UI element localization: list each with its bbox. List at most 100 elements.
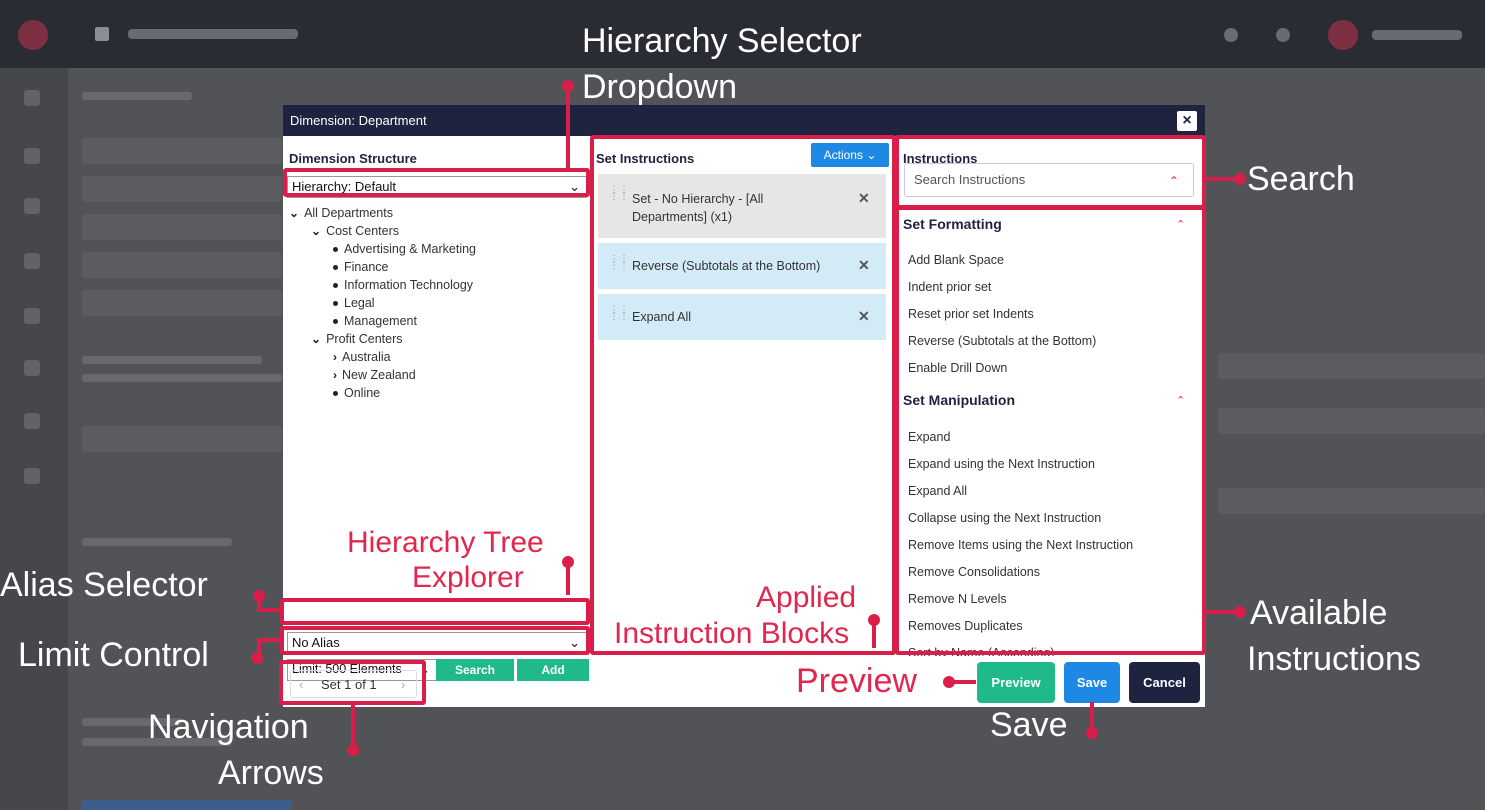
annotation-navigation-line1: Navigation bbox=[148, 708, 309, 746]
tree-leaf[interactable]: Management bbox=[333, 312, 417, 330]
sidebar-icon bbox=[24, 198, 40, 214]
annotation-search: Search bbox=[1247, 160, 1355, 198]
annotation-hierarchy-dropdown-line1: Hierarchy Selector bbox=[582, 22, 862, 60]
highlight-search bbox=[895, 135, 1206, 209]
connector-dot bbox=[347, 744, 359, 756]
connector-line bbox=[1090, 702, 1094, 730]
tree-leaf[interactable]: Advertising & Marketing bbox=[333, 240, 476, 258]
sidebar-icon bbox=[24, 468, 40, 484]
tree-leaf[interactable]: Information Technology bbox=[333, 276, 473, 294]
bullet-icon bbox=[333, 301, 338, 307]
tree-leaf[interactable]: Online bbox=[333, 384, 380, 402]
bullet-icon bbox=[333, 283, 338, 289]
modal-title: Dimension: Department bbox=[290, 113, 427, 128]
bg-row bbox=[82, 426, 282, 452]
sidebar-icon bbox=[24, 360, 40, 376]
connector-dot bbox=[562, 556, 574, 568]
connector-dot bbox=[253, 590, 265, 602]
tree-label: Legal bbox=[344, 296, 375, 310]
avatar bbox=[1328, 20, 1358, 50]
connector-dot bbox=[1234, 606, 1246, 618]
tree-label: Australia bbox=[342, 350, 391, 364]
connector-dot bbox=[562, 80, 574, 92]
cancel-button[interactable]: Cancel bbox=[1129, 662, 1200, 703]
app-logo bbox=[18, 20, 48, 50]
connector-line bbox=[259, 638, 281, 642]
bullet-icon bbox=[333, 247, 338, 253]
annotation-limit-control: Limit Control bbox=[18, 636, 209, 674]
annotation-save: Save bbox=[990, 706, 1068, 744]
chevron-down-icon: ⌄ bbox=[311, 332, 322, 346]
structure-heading: Dimension Structure bbox=[289, 151, 417, 166]
tree-label: New Zealand bbox=[342, 368, 416, 382]
tree-label: All Departments bbox=[304, 206, 393, 220]
save-button[interactable]: Save bbox=[1064, 662, 1120, 703]
tree-node-australia[interactable]: › Australia bbox=[333, 348, 391, 366]
connector-line bbox=[566, 86, 570, 168]
sidebar-icon bbox=[24, 413, 40, 429]
modal-header: Dimension: Department × bbox=[283, 105, 1205, 136]
tree-node-new-zealand[interactable]: › New Zealand bbox=[333, 366, 416, 384]
annotation-tree-line2: Explorer bbox=[412, 561, 524, 594]
highlight-applied-blocks bbox=[590, 135, 896, 655]
app-sidebar bbox=[0, 68, 68, 810]
annotation-applied-line2: Instruction Blocks bbox=[614, 617, 850, 650]
annotation-applied-line1: Applied bbox=[756, 581, 857, 614]
connector-dot bbox=[868, 614, 880, 626]
connector-line bbox=[351, 705, 355, 747]
tree-label: Management bbox=[344, 314, 417, 328]
annotation-available-line2: Instructions bbox=[1247, 640, 1421, 678]
tree-label: Cost Centers bbox=[326, 224, 400, 238]
bg-row bbox=[1218, 408, 1485, 434]
close-icon[interactable]: × bbox=[1177, 111, 1197, 131]
annotation-navigation-line2: Arrows bbox=[218, 754, 324, 792]
annotation-tree-line1: Hierarchy Tree bbox=[347, 526, 544, 559]
tree-node-profit-centers[interactable]: ⌄ Profit Centers bbox=[311, 330, 402, 348]
username-blurred bbox=[1372, 30, 1462, 40]
chevron-down-icon: ⌄ bbox=[289, 206, 300, 220]
preview-button[interactable]: Preview bbox=[977, 662, 1055, 703]
highlight-limit-control bbox=[280, 626, 590, 655]
chevron-right-icon: › bbox=[333, 350, 337, 364]
app-title-blurred bbox=[128, 29, 298, 39]
annotation-alias-selector: Alias Selector bbox=[0, 566, 208, 604]
bg-text bbox=[82, 538, 232, 546]
bg-row bbox=[82, 176, 282, 202]
bullet-icon bbox=[333, 265, 338, 271]
tree-leaf[interactable]: Finance bbox=[333, 258, 388, 276]
menu-icon bbox=[95, 27, 109, 41]
sidebar-icon bbox=[24, 308, 40, 324]
bg-text bbox=[82, 374, 282, 382]
tree-label: Information Technology bbox=[344, 278, 474, 292]
bullet-icon bbox=[333, 391, 338, 397]
connector-dot bbox=[943, 676, 955, 688]
tree-node-root[interactable]: ⌄ All Departments bbox=[289, 204, 393, 222]
highlight-available-instructions bbox=[895, 206, 1206, 655]
bullet-icon bbox=[333, 319, 338, 325]
annotation-preview: Preview bbox=[796, 662, 917, 700]
annotation-hierarchy-dropdown-line2: Dropdown bbox=[582, 68, 737, 106]
sidebar-icon bbox=[24, 253, 40, 269]
connector-dot bbox=[251, 652, 263, 664]
bg-blue-button bbox=[82, 800, 292, 810]
bg-row bbox=[82, 214, 282, 240]
sidebar-icon bbox=[24, 148, 40, 164]
tree-label: Advertising & Marketing bbox=[344, 242, 477, 256]
annotation-available-line1: Available bbox=[1250, 594, 1388, 632]
tree-node-cost-centers[interactable]: ⌄ Cost Centers bbox=[311, 222, 399, 240]
bg-row bbox=[82, 290, 282, 316]
connector-line bbox=[257, 608, 281, 612]
tree-label: Profit Centers bbox=[326, 332, 403, 346]
tree-leaf[interactable]: Legal bbox=[333, 294, 375, 312]
connector-dot bbox=[1234, 173, 1246, 185]
settings-icon bbox=[1224, 28, 1238, 42]
sidebar-icon bbox=[24, 90, 40, 106]
chevron-right-icon: › bbox=[333, 368, 337, 382]
add-button[interactable]: Add bbox=[517, 659, 589, 681]
bg-text bbox=[82, 356, 262, 364]
search-button[interactable]: Search bbox=[436, 659, 514, 681]
bg-text bbox=[82, 92, 192, 100]
bg-row bbox=[82, 252, 282, 278]
bg-row bbox=[82, 138, 282, 164]
tree-label: Finance bbox=[344, 260, 389, 274]
